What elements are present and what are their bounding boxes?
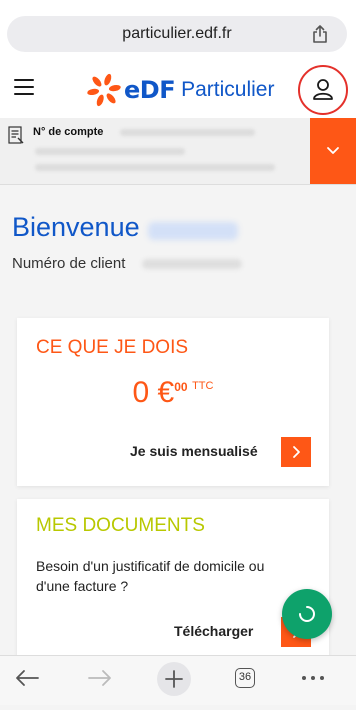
monthly-payment-link[interactable]: Je suis mensualisé [130,443,258,459]
forward-button[interactable] [75,656,125,705]
client-number-label: Numéro de client [12,255,126,272]
contract-label: N° de compte [33,126,104,138]
address-bar[interactable]: particulier.edf.fr [7,16,347,52]
amount-decimals: 00 [174,380,188,394]
back-button[interactable] [2,656,52,705]
edf-flower-logo-icon [87,73,121,107]
monthly-payment-arrow-button[interactable] [281,437,311,467]
amount-due: 0 €00 TTC [17,376,329,410]
site-header: eDF Particulier [0,62,356,119]
logo-text: Particulier [181,78,275,101]
tabs-counter[interactable]: 36 [235,668,255,688]
download-link[interactable]: Télécharger [174,623,253,639]
hamburger-menu-icon[interactable] [14,79,34,95]
back-arrow-icon [16,670,39,686]
forward-arrow-icon [88,670,111,686]
documents-card-text: Besoin d'un justificatif de domicile ou … [36,558,265,594]
contract-selector[interactable]: N° de compte [0,118,356,185]
browser-top-bar: particulier.edf.fr [0,0,356,62]
share-icon[interactable] [311,25,329,43]
amount-suffix: TTC [192,380,214,392]
plus-icon [165,670,183,688]
dues-card-title: CE QUE JE DOIS [36,337,189,358]
user-icon [313,79,333,100]
welcome-title: Bienvenue [12,212,140,242]
customer-name-redacted [148,222,238,240]
new-tab-button[interactable] [157,662,191,696]
documents-card-title: MES DOCUMENTS [36,515,205,536]
url-text[interactable]: particulier.edf.fr [7,25,347,43]
client-number-redacted [142,259,242,269]
contract-document-icon [8,126,24,144]
contract-address-redacted-2 [35,164,275,171]
contract-number-redacted [120,129,255,136]
contract-toggle-button[interactable] [310,118,356,184]
chat-fab-button[interactable] [282,589,332,639]
edf-logo[interactable]: eDF Particulier [86,72,274,108]
amount-integer: 0 € [132,376,175,409]
chevron-down-icon [327,147,339,154]
dues-card: CE QUE JE DOIS 0 €00 TTC Je suis mensual… [17,318,329,486]
account-button[interactable] [298,65,348,115]
contract-address-redacted [35,148,185,155]
more-dots-icon [302,676,324,680]
chevron-right-icon [293,446,300,458]
browser-bottom-bar: 36 [0,655,356,705]
logo-brand: eDF [124,76,176,104]
loading-spinner-icon [299,606,315,622]
more-menu-button[interactable] [288,656,338,705]
